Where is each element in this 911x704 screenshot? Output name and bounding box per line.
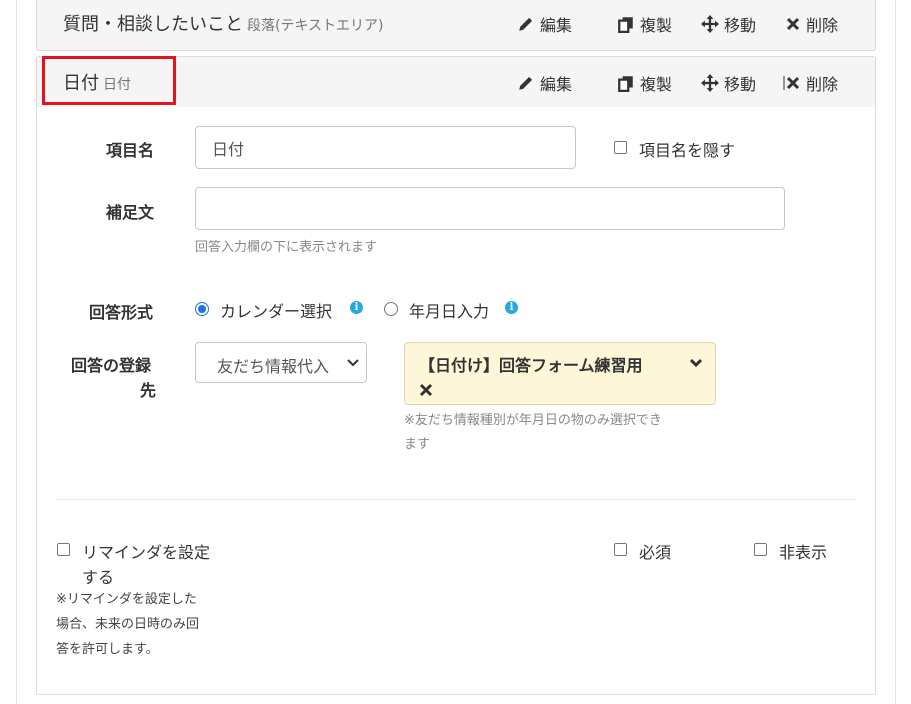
supplement-help: 回答入力欄の下に表示されます	[195, 240, 378, 255]
section-divider	[56, 499, 856, 500]
hide-item-name-checkbox[interactable]	[614, 141, 627, 154]
prev-question-type: 段落(テキストエリア)	[247, 18, 384, 34]
item-name-label: 項目名	[106, 141, 155, 160]
copy-icon	[618, 17, 633, 33]
prev-edit-button[interactable]: 編集	[517, 12, 572, 36]
delete-button[interactable]: 削除	[783, 71, 838, 95]
hidden-label: 非表示	[779, 543, 828, 562]
close-icon[interactable]	[419, 383, 433, 397]
date-input-radio[interactable]	[384, 302, 398, 316]
copy-icon	[618, 76, 633, 92]
register-to-label-line2: 先	[140, 381, 157, 400]
reminder-note-line1: ※リマインダを設定した	[56, 592, 197, 607]
info-icon[interactable]: i	[350, 301, 363, 314]
reminder-note-line2: 場合、未来の日時のみ回	[56, 617, 200, 632]
prev-delete-label: 削除	[806, 16, 839, 35]
prev-question-title-text: 質問・相談したいこと	[63, 14, 243, 35]
copy-label: 複製	[640, 75, 673, 94]
delete-label: 削除	[806, 75, 839, 94]
close-icon	[786, 17, 800, 31]
reminder-label-line1: リマインダを設定	[82, 543, 211, 562]
prev-move-button[interactable]: 移動	[701, 12, 756, 36]
prev-copy-label: 複製	[640, 16, 673, 35]
edit-label: 編集	[540, 75, 573, 94]
reminder-note: ※リマインダを設定した 場合、未来の日時のみ回 答を許可します。	[56, 587, 199, 662]
move-label: 移動	[724, 75, 757, 94]
calendar-radio[interactable]	[195, 302, 209, 316]
prev-edit-label: 編集	[540, 16, 573, 35]
reminder-checkbox[interactable]	[57, 543, 70, 556]
reminder-label-line2: する	[82, 568, 115, 587]
move-button[interactable]: 移動	[701, 71, 756, 95]
date-input-radio-label: 年月日入力	[409, 302, 490, 321]
register-to-label: 回答の登録	[71, 352, 151, 376]
selected-tag-label: 【日付け】回答フォーム練習用	[419, 356, 643, 375]
pencil-icon	[519, 76, 533, 90]
register-to-select-value: 友だち情報代入	[217, 357, 330, 376]
prev-move-label: 移動	[724, 16, 757, 35]
supplement-label: 補足文	[106, 203, 155, 222]
info-icon[interactable]: i	[505, 301, 518, 314]
register-note-line2: ます	[404, 437, 431, 452]
supplement-input[interactable]	[195, 187, 785, 230]
selected-tag[interactable]: 【日付け】回答フォーム練習用	[404, 342, 716, 405]
prev-question-title: 質問・相談したいこと 段落(テキストエリア)	[63, 10, 384, 36]
hide-item-name-label: 項目名を隠す	[639, 141, 736, 160]
register-to-label-line1: 回答の登録	[71, 356, 152, 375]
chevron-down-icon[interactable]	[689, 357, 703, 369]
move-icon	[701, 15, 719, 33]
close-icon	[783, 76, 800, 90]
required-label: 必須	[639, 543, 672, 562]
chevron-down-icon	[347, 359, 359, 367]
required-checkbox[interactable]	[614, 543, 627, 556]
move-icon	[701, 74, 719, 92]
prev-delete-button[interactable]: 削除	[785, 12, 838, 36]
answer-format-label: 回答形式	[89, 303, 154, 322]
highlight-box	[42, 56, 176, 105]
reminder-note-line3: 答を許可します。	[56, 642, 159, 657]
edit-button[interactable]: 編集	[517, 71, 572, 95]
register-to-select[interactable]: 友だち情報代入	[195, 342, 367, 383]
copy-button[interactable]: 複製	[617, 71, 672, 95]
calendar-radio-label: カレンダー選択	[220, 302, 333, 321]
hidden-checkbox[interactable]	[754, 543, 767, 556]
pencil-icon	[519, 17, 533, 31]
item-name-input[interactable]	[195, 126, 576, 169]
register-note-line1: ※友だち情報種別が年月日の物のみ選択でき	[404, 413, 662, 428]
prev-copy-button[interactable]: 複製	[617, 12, 672, 36]
